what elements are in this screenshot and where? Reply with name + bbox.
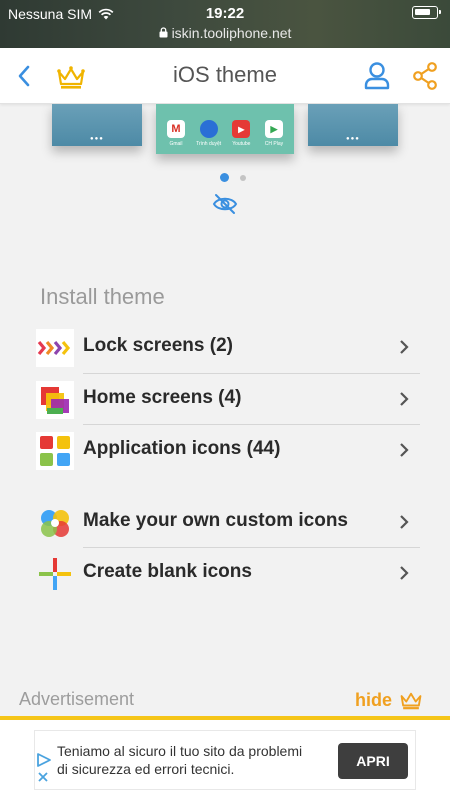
list-item-label: Make your own custom icons <box>83 509 348 531</box>
clock: 19:22 <box>205 5 245 22</box>
preview-app: M Gmail <box>162 120 190 147</box>
preview-page-dots: ●●● <box>90 136 104 142</box>
pager-dot-active[interactable] <box>220 173 229 182</box>
hide-ad-button[interactable]: hide <box>355 689 424 711</box>
advertisement-label: Advertisement <box>19 689 135 709</box>
crown-icon <box>400 692 422 710</box>
battery-icon <box>412 6 441 19</box>
blank-icons-icon <box>36 555 74 593</box>
ad-choices-icon[interactable] <box>36 753 52 767</box>
status-bar: Nessuna SIM 19:22 iskin.tooliphone.net <box>0 0 450 48</box>
eye-slash-icon[interactable] <box>212 193 238 215</box>
chevron-right-icon <box>400 566 409 580</box>
install-list: Lock screens (2) Home screens (4) Applic… <box>36 322 420 600</box>
url-bar[interactable]: iskin.tooliphone.net <box>0 25 450 41</box>
ad-content[interactable]: Teniamo al sicuro il tuo sito da problem… <box>34 730 416 790</box>
user-icon[interactable] <box>363 61 391 91</box>
list-item-custom-icons[interactable]: Make your own custom icons <box>36 497 420 548</box>
list-item-blank-icons[interactable]: Create blank icons <box>36 548 420 600</box>
preview-card-next[interactable]: ●●● <box>308 104 398 146</box>
preview-card-current[interactable]: M Gmail Trình duyệt ▶ Youtube ▶ CH Play <box>156 104 294 154</box>
preview-app-row: M Gmail Trình duyệt ▶ Youtube ▶ CH Play <box>162 120 288 147</box>
preview-page-dots: ●●● <box>346 136 360 142</box>
lock-icon <box>159 25 168 38</box>
youtube-icon: ▶ <box>232 120 251 138</box>
browser-icon <box>199 120 218 138</box>
list-item-label: Application icons (44) <box>83 438 281 459</box>
list-item-label: Create blank icons <box>83 561 252 582</box>
list-item-label: Home screens (4) <box>83 386 242 408</box>
custom-icons-icon <box>36 504 74 542</box>
crown-icon[interactable] <box>55 63 87 91</box>
home-screens-icon <box>36 380 74 419</box>
close-icon[interactable] <box>37 771 49 783</box>
back-icon[interactable] <box>12 62 38 90</box>
share-icon[interactable] <box>412 61 438 91</box>
gmail-icon: M <box>167 120 185 138</box>
chevron-right-icon <box>400 443 409 457</box>
preview-app: ▶ Youtube <box>227 120 255 147</box>
install-theme-heading: Install theme <box>40 284 165 309</box>
preview-app: Trình duyệt <box>195 120 223 147</box>
chevron-right-icon <box>400 340 409 354</box>
url-text: iskin.tooliphone.net <box>171 25 292 41</box>
nav-bar: iOS theme <box>0 48 450 104</box>
list-item-label: Lock screens (2) <box>83 335 233 356</box>
lock-screens-icon <box>36 329 74 367</box>
list-item-lock-screens[interactable]: Lock screens (2) <box>36 322 420 374</box>
application-icons-icon <box>36 432 74 470</box>
preview-app: ▶ CH Play <box>260 120 288 147</box>
pager-dot[interactable] <box>240 175 246 181</box>
chevron-right-icon <box>400 391 409 406</box>
list-item-application-icons[interactable]: Application icons (44) <box>36 425 420 477</box>
chevron-right-icon <box>400 514 409 529</box>
preview-card-previous[interactable]: ●●● <box>52 104 142 146</box>
list-item-home-screens[interactable]: Home screens (4) <box>36 374 420 425</box>
ad-banner[interactable]: Teniamo al sicuro il tuo sito da problem… <box>0 720 450 800</box>
ad-open-button[interactable]: APRI <box>338 743 408 779</box>
carousel-pager[interactable] <box>0 173 450 183</box>
hide-ad-label: hide <box>355 689 393 710</box>
ad-text: Teniamo al sicuro il tuo sito da problem… <box>57 743 303 777</box>
play-store-icon: ▶ <box>264 120 283 138</box>
page-title: iOS theme <box>173 62 277 87</box>
